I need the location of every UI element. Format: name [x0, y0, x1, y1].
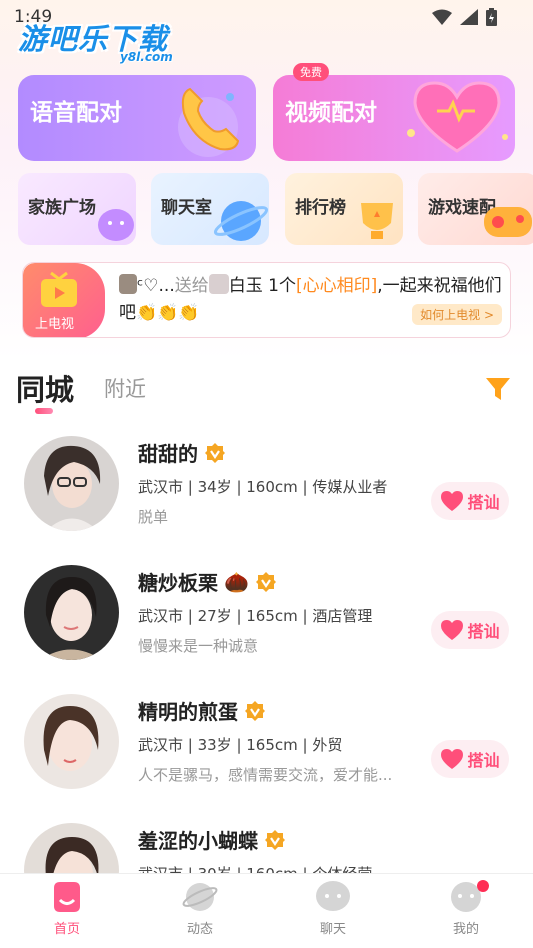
- user-name-text: 精明的煎蛋: [138, 700, 238, 724]
- tv-broadcast-banner[interactable]: 上电视 ᶜ♡...送给 白玉 1个[心心相印],一起来祝福他们吧👏👏👏 如何上电视…: [22, 262, 511, 338]
- broadcast-verb: 送给: [174, 276, 209, 296]
- gamepad-icon: [484, 207, 532, 237]
- video-match-card[interactable]: 视频配对: [273, 75, 515, 161]
- user-bio: 人不是骡马，感情需要交流，爱才能...: [138, 766, 393, 784]
- planet-icon: [213, 201, 269, 241]
- nav-moments-label: 动态: [186, 922, 213, 937]
- user-list-item[interactable]: 糖炒板栗 🌰 武汉市 | 27岁 | 165cm | 酒店管理 慢慢来是一种诚意 …: [0, 565, 533, 690]
- nav-moments[interactable]: 动态: [160, 880, 240, 937]
- ghost-icon: [98, 209, 134, 241]
- nav-home-label: 首页: [53, 922, 80, 937]
- clap-emojis: 👏👏👏: [136, 303, 200, 323]
- user-bio: 慢慢来是一种诚意: [138, 637, 259, 655]
- heart-icon: [441, 749, 464, 769]
- verified-icon: [205, 442, 225, 463]
- verified-icon: [245, 700, 265, 721]
- user-avatar[interactable]: [24, 694, 119, 789]
- voice-match-label: 语音配对: [30, 100, 122, 126]
- tab-active-indicator: [35, 408, 53, 414]
- sender-name: ᶜ♡...: [137, 276, 175, 296]
- tab-same-city[interactable]: 同城: [16, 367, 74, 409]
- chatroom-card[interactable]: 聊天室: [151, 173, 269, 245]
- user-info: 武汉市 | 27岁 | 165cm | 酒店管理: [138, 607, 373, 625]
- family-square-card[interactable]: 家族广场: [18, 173, 136, 245]
- voice-match-card[interactable]: 语音配对: [18, 75, 256, 161]
- user-name: 羞涩的小蝴蝶: [138, 825, 286, 854]
- user-info: 武汉市 | 33岁 | 165cm | 外贸: [138, 736, 343, 754]
- gift-name: [心心相印]: [295, 276, 378, 296]
- signal-icon: [460, 9, 478, 25]
- battery-icon: [486, 8, 497, 26]
- user-info: 武汉市 | 34岁 | 160cm | 传媒从业者: [138, 478, 388, 496]
- receiver-avatar: [208, 274, 229, 294]
- status-icons: [432, 8, 497, 26]
- sender-avatar: [119, 274, 137, 294]
- tab-nearby[interactable]: 附近: [104, 373, 146, 403]
- greet-button[interactable]: 搭讪: [431, 482, 509, 520]
- greet-button[interactable]: 搭讪: [431, 740, 509, 778]
- user-name: 精明的煎蛋: [138, 696, 266, 725]
- chatroom-label: 聊天室: [161, 198, 212, 218]
- tv-icon: [41, 271, 77, 307]
- greet-button[interactable]: 搭讪: [431, 611, 509, 649]
- user-name-text: 甜甜的: [138, 442, 198, 466]
- heart-icon: [441, 620, 464, 640]
- tv-badge: 上电视: [23, 263, 105, 337]
- video-match-label: 视频配对: [285, 100, 377, 126]
- greet-label: 搭讪: [467, 622, 500, 641]
- heart-icon: [441, 491, 464, 511]
- leaderboard-label: 排行榜: [295, 198, 346, 218]
- nav-chat-label: 聊天: [319, 922, 346, 937]
- greet-label: 搭讪: [467, 493, 500, 512]
- nav-chat[interactable]: 聊天: [293, 880, 373, 937]
- user-name: 糖炒板栗 🌰: [138, 567, 277, 596]
- user-avatar[interactable]: [24, 436, 119, 531]
- game-match-card[interactable]: 游戏速配: [418, 173, 533, 245]
- filter-icon[interactable]: [485, 376, 511, 402]
- chat-icon: [316, 881, 350, 911]
- gift-count: 1个: [268, 276, 296, 296]
- home-icon: [54, 882, 80, 912]
- receiver-name: 白玉: [228, 276, 263, 296]
- verified-icon: [265, 829, 285, 850]
- tv-badge-label: 上电视: [35, 317, 75, 332]
- user-avatar[interactable]: [24, 565, 119, 660]
- free-badge: 免费: [293, 63, 329, 81]
- user-list-item[interactable]: 甜甜的 武汉市 | 34岁 | 160cm | 传媒从业者 脱单 搭讪: [0, 436, 533, 561]
- user-name-emoji: 🌰: [224, 569, 249, 594]
- user-name: 甜甜的: [138, 438, 226, 467]
- user-list-item[interactable]: 精明的煎蛋 武汉市 | 33岁 | 165cm | 外贸 人不是骡马，感情需要交…: [0, 694, 533, 819]
- user-bio: 脱单: [138, 508, 169, 526]
- user-name-text: 羞涩的小蝴蝶: [138, 829, 258, 853]
- user-name-text: 糖炒板栗: [138, 571, 218, 595]
- notification-dot: [477, 880, 489, 892]
- nav-profile[interactable]: 我的: [426, 880, 506, 937]
- how-to-tv-button[interactable]: 如何上电视 >: [412, 304, 502, 325]
- bottom-nav: 首页 动态 聊天 我的: [0, 873, 533, 948]
- nav-home[interactable]: 首页: [27, 880, 107, 937]
- greet-label: 搭讪: [467, 751, 500, 770]
- phone-icon: [178, 87, 240, 157]
- planet-icon: [182, 883, 218, 911]
- nav-profile-label: 我的: [452, 922, 479, 937]
- family-square-label: 家族广场: [28, 198, 96, 218]
- trophy-icon: [361, 203, 393, 239]
- verified-icon: [255, 571, 276, 592]
- watermark-subtitle: y8l.com: [120, 50, 173, 64]
- heart-icon: [407, 81, 508, 153]
- wifi-icon: [432, 9, 452, 25]
- leaderboard-card[interactable]: 排行榜: [285, 173, 403, 245]
